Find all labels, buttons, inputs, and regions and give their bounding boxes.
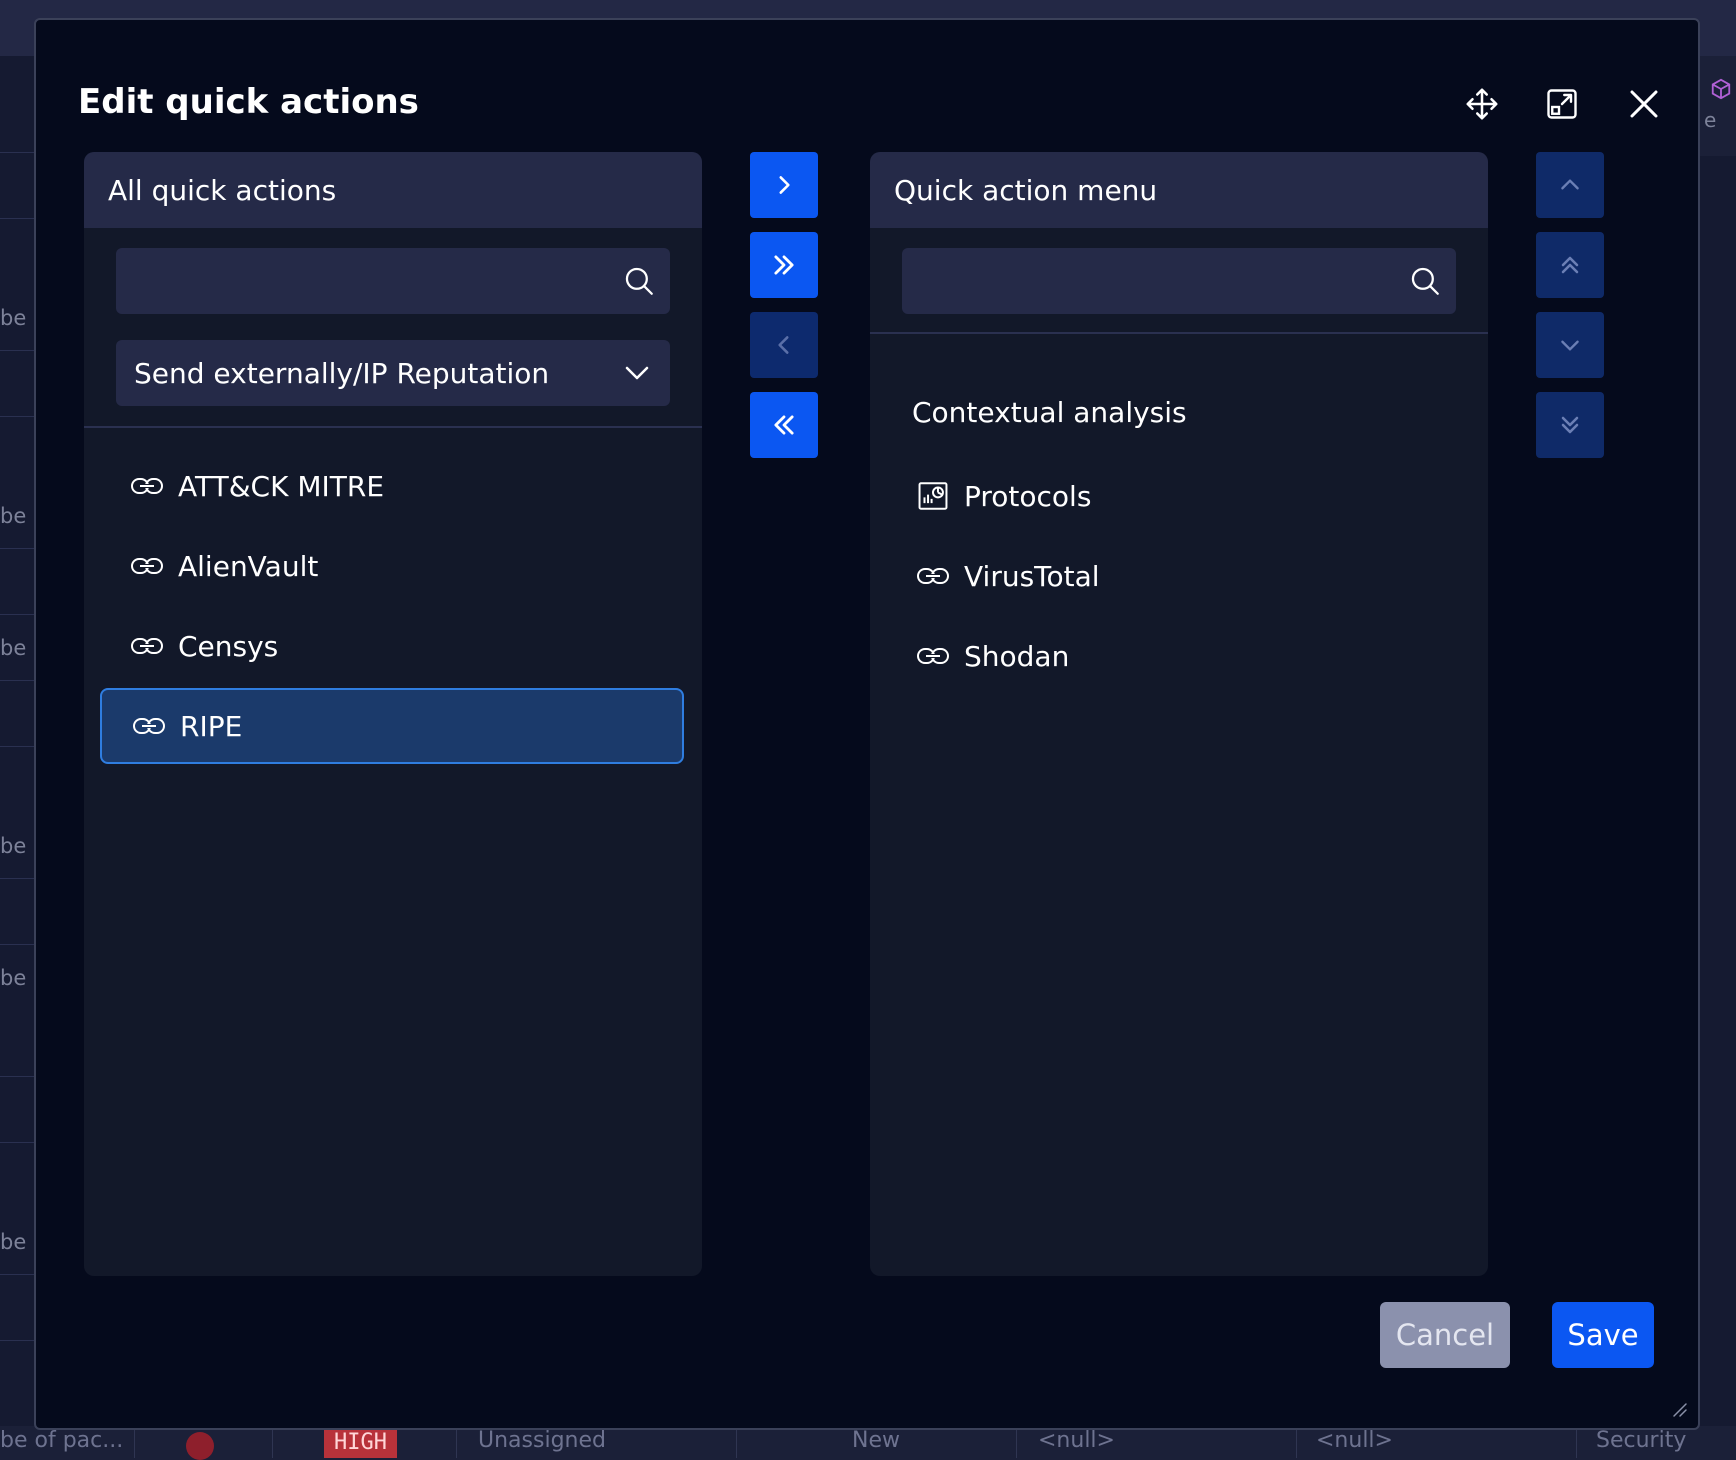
background-row-text: be — [0, 306, 27, 330]
save-button[interactable]: Save — [1552, 1302, 1654, 1368]
move-left-icon — [778, 336, 789, 354]
quick-action-menu-heading: Quick action menu — [870, 152, 1488, 228]
background-row-text: be — [0, 504, 27, 528]
list-item[interactable]: VirusTotal — [886, 538, 1470, 614]
list-item-label: RIPE — [180, 709, 243, 743]
background-cell-assignee: Unassigned — [478, 1428, 606, 1453]
move-bottom-icon — [1561, 416, 1579, 434]
search-icon[interactable] — [622, 264, 656, 298]
cube-icon — [1711, 78, 1731, 100]
category-select[interactable]: Send externally/IP Reputation — [116, 340, 670, 406]
background-cell-separator — [134, 1430, 135, 1458]
list-item[interactable]: ATT&CK MITRE — [100, 448, 684, 524]
background-cell-separator — [456, 1430, 457, 1458]
all-quick-actions-panel: All quick actions Send externally/IP Rep… — [84, 152, 702, 1276]
all-quick-actions-heading: All quick actions — [84, 152, 702, 228]
move-down-icon — [1561, 340, 1579, 351]
resize-handle-icon[interactable] — [1670, 1400, 1688, 1418]
search-icon[interactable] — [1408, 264, 1442, 298]
list-item-label: Shodan — [964, 639, 1070, 673]
chart-icon — [916, 478, 952, 514]
menu-search-input[interactable] — [902, 248, 1402, 312]
move-down-button[interactable] — [1536, 312, 1604, 378]
link-icon — [130, 628, 166, 664]
background-row-text: be — [0, 834, 27, 858]
all-actions-search-input[interactable] — [116, 248, 616, 312]
background-cell-separator — [736, 1430, 737, 1458]
move-bottom-button[interactable] — [1536, 392, 1604, 458]
list-item-label: Censys — [178, 629, 279, 663]
move-up-icon — [1561, 179, 1579, 190]
move-right-button[interactable] — [750, 152, 818, 218]
background-edge-text: e — [1704, 108, 1717, 132]
move-top-icon — [1561, 256, 1579, 274]
list-item-label: Protocols — [964, 479, 1092, 513]
chevron-down-icon — [625, 366, 649, 380]
link-icon — [916, 638, 952, 674]
list-item[interactable]: Shodan — [886, 618, 1470, 694]
move-right-icon — [779, 176, 790, 194]
quick-action-menu-panel: Quick action menu Contextual analysis Pr… — [870, 152, 1488, 1276]
link-icon — [130, 548, 166, 584]
move-all-left-icon — [774, 415, 794, 435]
background-cell-separator — [1576, 1430, 1577, 1458]
list-item-label: VirusTotal — [964, 559, 1100, 593]
list-item-label: ATT&CK MITRE — [178, 469, 385, 503]
move-all-right-button[interactable] — [750, 232, 818, 298]
menu-search[interactable] — [902, 248, 1456, 314]
move-dialog-button[interactable] — [1460, 82, 1504, 126]
all-actions-search[interactable] — [116, 248, 670, 314]
background-row-text: be — [0, 1230, 27, 1254]
link-icon — [132, 708, 168, 744]
group-label: Contextual analysis — [912, 396, 1187, 429]
background-cell-separator — [1016, 1430, 1017, 1458]
move-all-left-button[interactable] — [750, 392, 818, 458]
background-cell-separator — [272, 1430, 273, 1458]
background-row-text: be — [0, 636, 27, 660]
background-right-edge — [1700, 56, 1736, 156]
list-item[interactable]: Protocols — [886, 458, 1470, 534]
severity-dot-icon — [186, 1432, 214, 1460]
background-cell-category: Security — [1596, 1428, 1687, 1453]
cancel-button[interactable]: Cancel — [1380, 1302, 1510, 1368]
background-cell-status: New — [852, 1428, 900, 1453]
panel-divider — [84, 426, 702, 428]
edit-quick-actions-dialog: Edit quick actions All quick actions Sen… — [34, 18, 1700, 1430]
close-icon — [1630, 90, 1658, 118]
background-cell-null: <null> — [1038, 1428, 1115, 1453]
list-item[interactable]: AlienVault — [100, 528, 684, 604]
list-item[interactable]: Censys — [100, 608, 684, 684]
popout-button[interactable] — [1540, 82, 1584, 126]
move-all-right-icon — [774, 255, 794, 275]
category-select-value: Send externally/IP Reputation — [134, 356, 550, 390]
severity-badge: HIGH — [324, 1428, 397, 1458]
dialog-title: Edit quick actions — [78, 82, 419, 122]
move-top-button[interactable] — [1536, 232, 1604, 298]
move-icon — [1466, 88, 1498, 120]
link-icon — [130, 468, 166, 504]
popout-icon — [1547, 89, 1577, 119]
move-up-button[interactable] — [1536, 152, 1604, 218]
link-icon — [916, 558, 952, 594]
panel-divider — [870, 332, 1488, 334]
close-button[interactable] — [1622, 82, 1666, 126]
list-item-label: AlienVault — [178, 549, 319, 583]
move-left-button[interactable] — [750, 312, 818, 378]
background-row-text: be — [0, 966, 27, 990]
list-item-selected[interactable]: RIPE — [100, 688, 684, 764]
background-cell-name: be of pac... — [0, 1428, 124, 1453]
background-cell-separator — [1296, 1430, 1297, 1458]
background-cell-null: <null> — [1316, 1428, 1393, 1453]
